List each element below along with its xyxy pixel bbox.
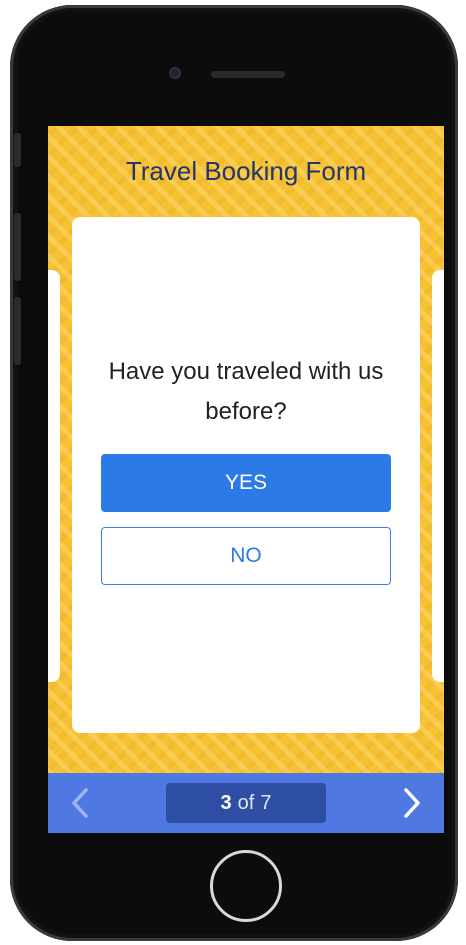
total-pages: 7 <box>260 791 272 814</box>
mute-switch <box>14 133 21 167</box>
question-card: Have you traveled with us before? YES NO <box>72 217 420 733</box>
next-button[interactable] <box>396 787 426 819</box>
page-of-label: of <box>237 791 255 814</box>
form-title: Travel Booking Form <box>125 156 367 186</box>
previous-button[interactable] <box>66 787 96 819</box>
app-screen: Travel Booking Form Have you traveled wi… <box>48 126 444 833</box>
navigation-bar: 3 of 7 <box>48 773 444 833</box>
yes-button[interactable]: YES <box>101 454 391 512</box>
next-card-edge <box>432 270 444 682</box>
question-text: Have you traveled with us before? <box>108 358 384 425</box>
no-button[interactable]: NO <box>101 527 391 585</box>
chevron-right-icon <box>404 788 420 818</box>
previous-card-edge <box>48 270 60 682</box>
current-page: 3 <box>220 791 232 814</box>
page-counter: 3 of 7 <box>166 783 326 823</box>
volume-down-button <box>14 297 21 365</box>
volume-up-button <box>14 213 21 281</box>
earpiece-speaker <box>211 71 285 78</box>
phone-frame: Travel Booking Form Have you traveled wi… <box>10 5 458 941</box>
front-camera <box>169 67 181 79</box>
chevron-left-icon <box>72 788 88 818</box>
home-button[interactable] <box>210 850 282 922</box>
